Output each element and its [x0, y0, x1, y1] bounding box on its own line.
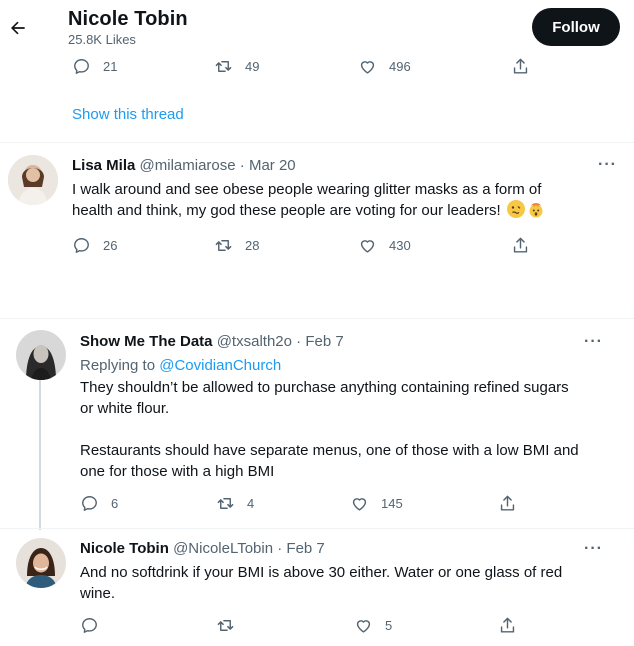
reply-icon — [72, 236, 91, 255]
heart-icon — [358, 236, 377, 255]
tweet-text-line-2: health and think, my god these people ar… — [72, 200, 545, 221]
replying-to-link[interactable]: @CovidianChurch — [159, 357, 281, 374]
tweet-date[interactable]: Feb 7 — [305, 333, 343, 350]
tweet-text: And no softdrink if your BMI is above 30… — [80, 562, 562, 604]
woozy-face-emoji — [506, 200, 525, 218]
reply-count: 21 — [103, 59, 118, 74]
tweet-text-line: I walk around and see obese people weari… — [72, 181, 542, 198]
more-options-icon[interactable]: ··· — [584, 333, 603, 351]
tweet-text: They shouldn’t be allowed to purchase an… — [80, 377, 579, 482]
divider — [0, 528, 634, 529]
like-action[interactable]: 430 — [358, 236, 411, 255]
tweet-header: Nicole Tobin @NicoleLTobin · Feb 7 — [80, 540, 325, 557]
tweet-date[interactable]: Feb 7 — [286, 540, 324, 557]
follow-button[interactable]: Follow — [532, 8, 620, 46]
reply-action[interactable]: 21 — [72, 57, 117, 76]
reply-action[interactable] — [80, 616, 99, 635]
like-action[interactable]: 496 — [358, 57, 411, 76]
tweet-header: Show Me The Data @txsalth2o · Feb 7 — [80, 333, 344, 350]
author-name[interactable]: Show Me The Data — [80, 333, 213, 350]
retweet-action[interactable]: 4 — [216, 494, 254, 513]
avatar[interactable] — [16, 330, 66, 380]
reply-action[interactable]: 6 — [80, 494, 118, 513]
retweet-icon — [214, 236, 233, 255]
author-name[interactable]: Lisa Mila — [72, 157, 135, 174]
avatar[interactable] — [8, 155, 58, 205]
replying-to: Replying to @CovidianChurch — [80, 355, 281, 376]
retweet-count: 49 — [245, 59, 260, 74]
tweet-text-line: one for those with a high BMI — [80, 463, 275, 480]
reply-icon — [72, 57, 91, 76]
tweet-header: Lisa Mila @milamiarose · Mar 20 — [72, 157, 296, 174]
tweet-text-line: And no softdrink if your BMI is above 30… — [80, 564, 563, 581]
more-options-icon[interactable]: ··· — [584, 540, 603, 558]
retweet-action[interactable] — [216, 616, 235, 635]
retweet-icon — [216, 616, 235, 635]
share-icon[interactable] — [498, 616, 517, 635]
author-handle[interactable]: @milamiarose — [140, 157, 236, 174]
retweet-icon — [214, 57, 233, 76]
author-handle[interactable]: @txsalth2o — [217, 333, 292, 350]
thread-connector — [39, 380, 41, 530]
author-name[interactable]: Nicole Tobin — [80, 540, 169, 557]
separator: · — [235, 157, 249, 174]
like-count: 5 — [385, 618, 393, 633]
tweet-text: I walk around and see obese people weari… — [72, 179, 545, 221]
separator: · — [291, 333, 306, 350]
retweet-icon — [216, 494, 235, 513]
back-arrow-icon[interactable] — [8, 18, 28, 38]
retweet-action[interactable]: 28 — [214, 236, 259, 255]
share-icon[interactable] — [511, 236, 530, 255]
tweet-text-line: health and think, my god these people ar… — [72, 202, 501, 219]
profile-name: Nicole Tobin — [68, 8, 188, 30]
avatar[interactable] — [16, 538, 66, 588]
show-thread-link[interactable]: Show this thread — [72, 106, 184, 123]
exploding-head-emoji — [527, 200, 545, 218]
likes-count: 25.8K Likes — [68, 32, 136, 47]
heart-icon — [350, 494, 369, 513]
divider — [0, 142, 634, 143]
heart-icon — [358, 57, 377, 76]
reply-count: 26 — [103, 238, 118, 253]
replying-to-label: Replying to — [80, 357, 160, 374]
reply-icon — [80, 616, 99, 635]
retweet-action[interactable]: 49 — [214, 57, 259, 76]
more-options-icon[interactable]: ··· — [598, 156, 617, 174]
divider — [0, 318, 634, 319]
separator: · — [273, 540, 287, 557]
author-handle[interactable]: @NicoleLTobin — [173, 540, 273, 557]
reply-action[interactable]: 26 — [72, 236, 117, 255]
share-icon[interactable] — [498, 494, 517, 513]
like-count: 430 — [389, 238, 411, 253]
retweet-count: 4 — [247, 496, 255, 511]
like-action[interactable]: 145 — [350, 494, 403, 513]
heart-icon — [354, 616, 373, 635]
tweet-text-line: wine. — [80, 585, 116, 602]
retweet-count: 28 — [245, 238, 260, 253]
tweet-text-line: Restaurants should have separate menus, … — [80, 442, 579, 459]
tweet-text-line: They shouldn’t be allowed to purchase an… — [80, 379, 569, 396]
share-icon[interactable] — [511, 57, 530, 76]
like-count: 496 — [389, 59, 411, 74]
like-count: 145 — [381, 496, 403, 511]
reply-count: 6 — [111, 496, 119, 511]
tweet-text-line: or white flour. — [80, 400, 170, 417]
tweet-date[interactable]: Mar 20 — [249, 157, 296, 174]
reply-icon — [80, 494, 99, 513]
like-action[interactable]: 5 — [354, 616, 392, 635]
